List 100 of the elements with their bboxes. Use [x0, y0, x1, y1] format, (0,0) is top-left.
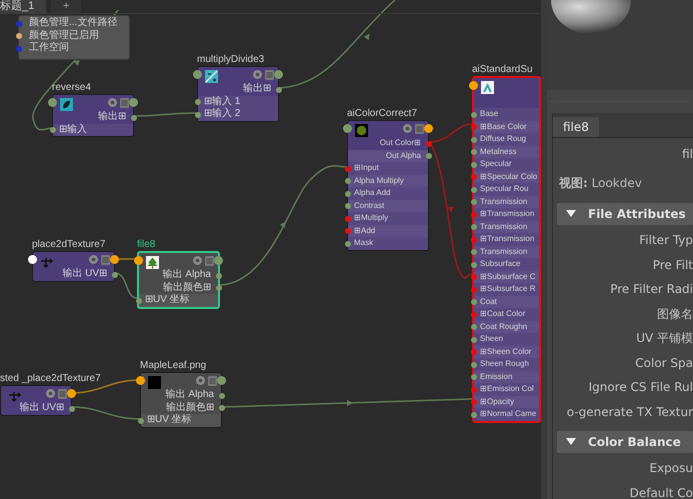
port-dot[interactable]	[344, 190, 350, 196]
port-dot[interactable]	[470, 199, 476, 205]
attribute-label: ⊞Opacity	[480, 396, 514, 408]
attribute-label: 输出 Alpha	[166, 389, 214, 402]
port-dot[interactable]	[470, 386, 476, 392]
port-dot[interactable]	[470, 174, 476, 180]
settings-icon[interactable]	[403, 124, 412, 133]
port-dot[interactable]	[214, 256, 223, 265]
port-dot[interactable]	[136, 298, 142, 304]
port-dot[interactable]	[424, 124, 433, 133]
node-title: MapleLeaf.png	[140, 359, 206, 372]
port-dot[interactable]	[138, 418, 144, 424]
settings-icon[interactable]	[89, 255, 98, 264]
port-dot[interactable]	[344, 240, 350, 246]
port-dot[interactable]	[344, 228, 350, 234]
port-dot[interactable]	[28, 255, 37, 264]
port-dot[interactable]	[218, 392, 224, 398]
section-header[interactable]: File Attributes	[557, 203, 693, 225]
settings-icon[interactable]	[196, 376, 205, 385]
attribute-label: Filter Typ	[638, 232, 693, 249]
port-dot[interactable]	[344, 216, 350, 222]
port-dot[interactable]	[470, 412, 476, 418]
node-card[interactable]: 颜色管理...文件路径 颜色管理已启用 工作空间	[18, 15, 130, 60]
node-card[interactable]: 输出 Alpha 输出颜色⊞ ⊞UV 坐标	[137, 251, 220, 308]
port-dot[interactable]	[344, 166, 350, 172]
attribute-label: ⊞Emission Col	[480, 383, 534, 395]
port-dot[interactable]	[470, 136, 476, 142]
port-dot[interactable]	[50, 127, 56, 133]
port-dot[interactable]	[470, 374, 476, 380]
node-title: aiColorCorrect7	[347, 107, 418, 120]
port-dot[interactable]	[218, 405, 224, 411]
port-dot[interactable]	[470, 149, 476, 155]
tab[interactable]: +	[51, 0, 82, 13]
port-dot[interactable]	[470, 186, 476, 192]
port-dot[interactable]	[470, 349, 476, 355]
port-dot[interactable]	[276, 86, 282, 92]
port-dot[interactable]	[470, 212, 476, 218]
port-dot[interactable]	[344, 203, 350, 209]
port-dot[interactable]	[16, 20, 22, 26]
node-name-label: fil	[681, 146, 693, 163]
port-dot[interactable]	[16, 46, 22, 52]
port-dot[interactable]	[216, 272, 222, 278]
port-dot[interactable]	[470, 274, 476, 280]
port-dot[interactable]	[470, 362, 476, 368]
section-header[interactable]: Color Balance	[557, 431, 693, 453]
port-dot[interactable]	[193, 70, 202, 79]
port-dot[interactable]	[112, 272, 118, 278]
attribute-label: Transmission	[480, 246, 528, 258]
port-dot[interactable]	[16, 33, 22, 39]
port-dot[interactable]	[470, 336, 476, 342]
port-dot[interactable]	[344, 178, 350, 184]
connection-wire	[72, 406, 140, 420]
attribute-label: ⊞Specular Colo	[480, 170, 538, 183]
attribute-label: Emission	[480, 370, 512, 382]
port-dot[interactable]	[194, 99, 200, 105]
node-card[interactable]	[472, 76, 541, 422]
attribute-label: Contrast	[354, 200, 384, 212]
port-dot[interactable]	[470, 399, 476, 405]
port-dot[interactable]	[470, 236, 476, 242]
port-dot[interactable]	[274, 70, 283, 79]
port-dot[interactable]	[470, 262, 476, 268]
port-dot[interactable]	[469, 81, 478, 90]
settings-icon[interactable]	[193, 256, 202, 265]
port-dot[interactable]	[470, 162, 476, 168]
image-thumbnail-icon	[148, 376, 161, 389]
settings-icon[interactable]	[108, 98, 117, 107]
port-dot[interactable]	[470, 324, 476, 330]
port-dot[interactable]	[68, 406, 74, 412]
port-dot[interactable]	[110, 255, 119, 264]
view-label: 视图: Lookdev	[558, 175, 643, 192]
attribute-label: ⊞Normal Came	[480, 408, 536, 420]
port-dot[interactable]	[67, 389, 76, 398]
settings-icon[interactable]	[46, 389, 55, 398]
port-dot[interactable]	[470, 299, 476, 305]
editor-tab[interactable]: file8	[553, 117, 599, 137]
attribute-label: 输出⊞	[98, 111, 126, 124]
port-dot[interactable]	[216, 285, 222, 291]
port-dot[interactable]	[129, 98, 138, 107]
settings-icon[interactable]	[253, 70, 262, 79]
port-dot[interactable]	[470, 124, 476, 130]
port-dot[interactable]	[343, 124, 352, 133]
attribute-label: 工作空间	[29, 42, 69, 54]
port-dot[interactable]	[470, 312, 476, 318]
tab[interactable]: 标题_1	[0, 0, 46, 13]
port-dot[interactable]	[136, 376, 145, 385]
port-dot[interactable]	[48, 98, 57, 107]
attribute-label: ⊞Subsurface R	[480, 283, 536, 295]
port-dot[interactable]	[470, 249, 476, 255]
port-dot[interactable]	[426, 153, 432, 159]
port-dot[interactable]	[426, 140, 432, 146]
port-dot[interactable]	[134, 256, 143, 265]
port-dot[interactable]	[470, 286, 476, 292]
connection-wire	[114, 272, 138, 299]
port-dot[interactable]	[217, 376, 226, 385]
node-title: aiStandardSu	[472, 63, 533, 76]
port-dot[interactable]	[470, 224, 476, 230]
leaf-thumbnail-icon	[146, 256, 159, 269]
port-dot[interactable]	[470, 112, 476, 118]
port-dot[interactable]	[130, 114, 136, 120]
attribute-label: ⊞Base Color	[480, 120, 527, 132]
